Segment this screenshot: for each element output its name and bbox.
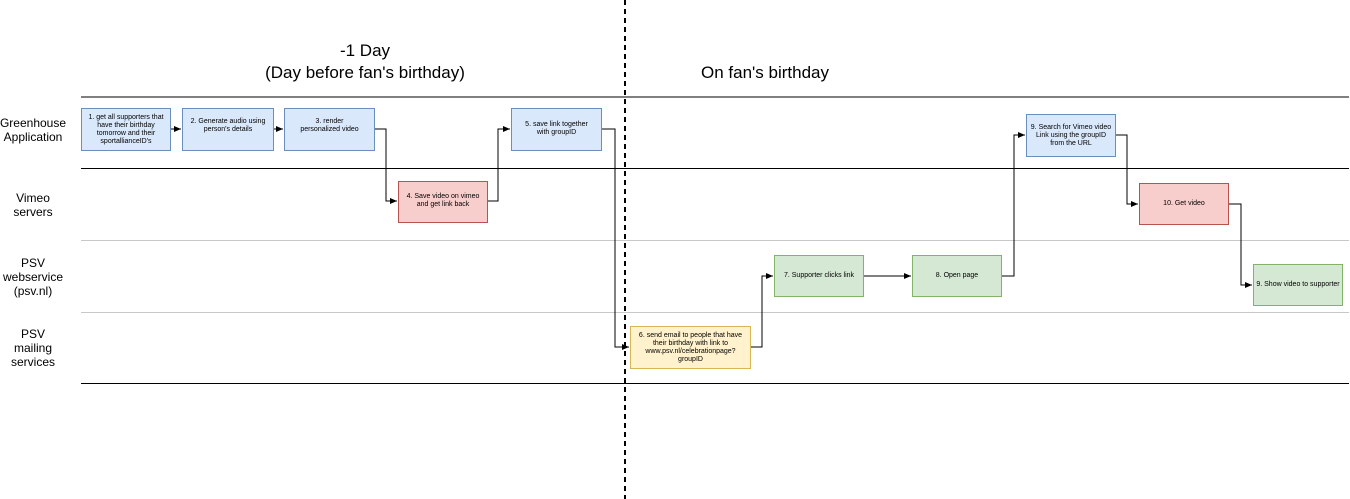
step-8-box: 8. Open page <box>912 255 1002 297</box>
lane-label-line: Application <box>3 130 63 144</box>
lane-label-vimeo: Vimeo servers <box>0 191 73 219</box>
step-10-box: 10. Get video <box>1139 183 1229 225</box>
swimlane-diagram: -1 Day (Day before fan's birthday) On fa… <box>0 0 1350 499</box>
step-2-text: 2. Generate audio using person's details <box>190 118 266 133</box>
lane-label-line: services <box>10 355 55 369</box>
step-9b-box: 9. Show video to supporter <box>1253 264 1343 306</box>
step-5-text: 5. save link together with groupID <box>525 121 588 136</box>
step-9b-text: 9. Show video to supporter <box>1256 281 1340 288</box>
lane-label-line: webservice <box>2 270 64 284</box>
step-7-box: 7. Supporter clicks link <box>774 255 864 297</box>
phase-on-heading: On fan's birthday <box>655 62 875 84</box>
phase-before-title: -1 Day <box>339 41 391 60</box>
lane-label-line: Vimeo <box>16 191 50 205</box>
step-4-text: 4. Save video on vimeo and get link back <box>406 193 480 208</box>
step-3-box: 3. render personalized video <box>284 108 375 151</box>
step-10-text: 10. Get video <box>1163 200 1205 207</box>
step-6-box: 6. send email to people that have their … <box>630 326 751 369</box>
step-9a-box: 9. Search for Vimeo video Link using the… <box>1026 114 1116 157</box>
connector-s10-s9b <box>1229 203 1252 288</box>
step-8-text: 8. Open page <box>935 272 979 279</box>
lane-label-greenhouse: Greenhouse Application <box>0 116 73 144</box>
connector-s8-s9a <box>1002 132 1025 277</box>
lane-label-line: PSV <box>20 256 45 270</box>
step-6-text: 6. send email to people that have their … <box>638 331 743 363</box>
lane-label-psv-mail: PSV mailing services <box>0 327 73 369</box>
connector-s9a-s10 <box>1116 134 1138 207</box>
lane-label-line: servers <box>13 205 53 219</box>
step-7-text: 7. Supporter clicks link <box>783 272 855 279</box>
phase-before-subtitle: (Day before fan's birthday) <box>265 63 465 82</box>
step-4-box: 4. Save video on vimeo and get link back <box>398 181 488 223</box>
connector-s6-s7 <box>751 273 773 348</box>
lane-label-line: Greenhouse <box>0 116 67 130</box>
phase-before-heading: -1 Day (Day before fan's birthday) <box>235 40 495 84</box>
step-1-text: 1. get all supporters that have their bi… <box>88 114 164 145</box>
lane-label-psv-web: PSV webservice (psv.nl) <box>0 256 73 298</box>
lane-label-line: mailing <box>13 341 52 355</box>
step-5-box: 5. save link together with groupID <box>511 108 602 151</box>
step-2-box: 2. Generate audio using person's details <box>182 108 274 151</box>
step-1-box: 1. get all supporters that have their bi… <box>81 108 171 151</box>
lane-label-line: (psv.nl) <box>13 284 53 298</box>
step-3-text: 3. render personalized video <box>300 118 359 133</box>
phase-on-title: On fan's birthday <box>701 63 829 82</box>
connector-s3-s4 <box>375 128 397 204</box>
step-9a-text: 9. Search for Vimeo video Link using the… <box>1030 123 1112 147</box>
lane-label-line: PSV <box>20 327 45 341</box>
connector-s4-s5 <box>488 126 510 202</box>
